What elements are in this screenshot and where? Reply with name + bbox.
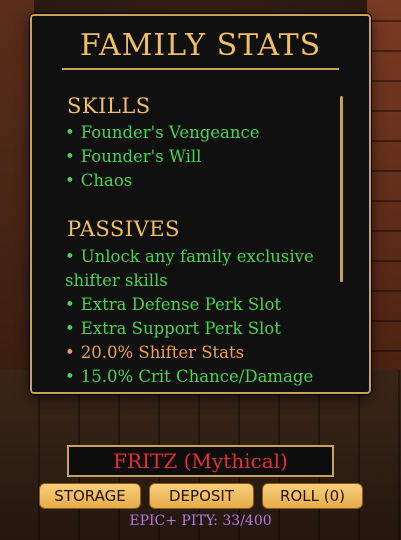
pity-counter: EPIC+ PITY: 33/400 bbox=[129, 513, 272, 529]
list-item: • Extra Support Perk Slot bbox=[65, 317, 333, 341]
bullet: • bbox=[65, 247, 75, 266]
scrollbar[interactable] bbox=[340, 96, 343, 282]
bullet: • bbox=[65, 123, 75, 142]
list-item: • Founder's Vengeance bbox=[65, 121, 333, 145]
bullet: • bbox=[65, 343, 75, 362]
bullet: • bbox=[65, 171, 75, 190]
bullet: • bbox=[65, 295, 75, 314]
passive-label: Extra Support Perk Slot bbox=[80, 319, 281, 338]
roll-button[interactable]: ROLL (0) bbox=[262, 483, 363, 509]
storage-button[interactable]: STORAGE bbox=[39, 483, 141, 509]
bullet: • bbox=[65, 147, 75, 166]
skill-label: Founder's Will bbox=[80, 147, 202, 166]
family-stats-panel: FAMILY STATS SKILLS • Founder's Vengeance… bbox=[30, 14, 371, 394]
passive-label: 15.0% Crit Chance/Damage bbox=[80, 367, 314, 386]
passive-label: Unlock any family exclusive shifter skil… bbox=[65, 247, 314, 290]
bullet: • bbox=[65, 367, 75, 386]
list-item: • Extra Defense Perk Slot bbox=[65, 293, 333, 317]
panel-title: FAMILY STATS bbox=[79, 28, 322, 63]
skill-label: Chaos bbox=[80, 171, 133, 190]
deposit-button[interactable]: DEPOSIT bbox=[149, 483, 254, 509]
passives-heading: PASSIVES bbox=[67, 217, 180, 241]
skill-label: Founder's Vengeance bbox=[80, 123, 260, 142]
skills-list: • Founder's Vengeance • Founder's Will • Ch… bbox=[65, 121, 333, 193]
background-wall-right bbox=[367, 0, 401, 380]
passive-label: Extra Defense Perk Slot bbox=[80, 295, 282, 314]
list-item: • 15.0% Crit Chance/Damage bbox=[65, 365, 333, 389]
background-wall-left bbox=[0, 0, 34, 380]
passive-label: 20.0% Shifter Stats bbox=[80, 343, 245, 362]
bullet: • bbox=[65, 319, 75, 338]
list-item: • 20.0% Shifter Stats bbox=[65, 341, 333, 365]
passives-list: • Unlock any family exclusive shifter ski… bbox=[65, 245, 333, 389]
list-item: • Chaos bbox=[65, 169, 333, 193]
title-divider bbox=[62, 68, 339, 70]
list-item: • Founder's Will bbox=[65, 145, 333, 169]
skills-heading: SKILLS bbox=[67, 94, 151, 118]
list-item: • Unlock any family exclusive shifter ski… bbox=[65, 245, 333, 293]
character-name-box: FRITZ (Mythical) bbox=[67, 445, 334, 477]
